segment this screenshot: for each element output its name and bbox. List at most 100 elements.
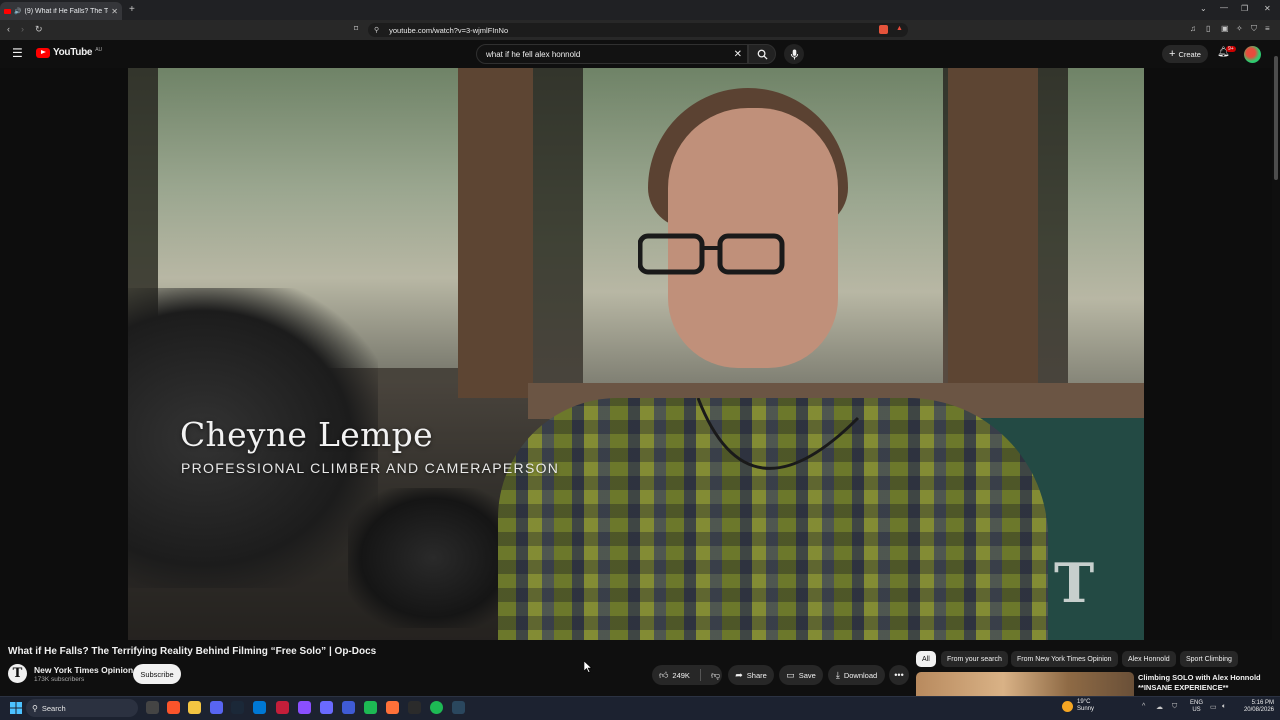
forward-icon[interactable]: › [21,24,24,34]
thumbs-up-icon: 👍︎ [659,669,669,680]
video-title: What if He Falls? The Terrifying Reality… [8,646,377,657]
window-right [1068,68,1144,398]
search-button[interactable] [748,44,776,64]
microphone-icon [790,49,798,59]
share-button[interactable]: ➦ Share [728,665,774,685]
hamburger-menu-icon[interactable]: ☰ [12,46,23,60]
tray-overflow-icon[interactable]: ^ [1142,703,1145,710]
task-view-icon[interactable] [146,701,159,714]
browser-menu-icon[interactable]: ≡ [1265,24,1270,33]
chip-alex-honnold[interactable]: Alex Honnold [1122,651,1176,667]
app-green-icon[interactable] [364,701,377,714]
back-icon[interactable]: ‹ [7,24,10,34]
chip-all[interactable]: All [916,651,936,667]
tab-search-icon[interactable]: ⌄ [1200,4,1207,13]
chip-from-nyt-opinion[interactable]: From New York Times Opinion [1011,651,1118,667]
tab-close-icon[interactable]: ✕ [111,7,118,16]
like-dislike-group: 👍︎ 249K 👎︎ [652,665,722,685]
glasses [638,233,785,275]
reload-icon[interactable]: ↻ [35,24,43,35]
subscribe-button[interactable]: Subscribe [133,664,181,684]
taskbar-clock[interactable]: 5:16 PM 20/08/2026 [1236,700,1274,714]
weather-widget[interactable]: 19°C Sunny [1062,699,1094,713]
extensions-icon[interactable]: ✧ [1236,24,1243,33]
channel-avatar[interactable]: T [8,664,27,683]
minimize-icon[interactable]: — [1220,3,1228,12]
discord-icon[interactable] [210,701,223,714]
brave-browser-icon[interactable] [167,701,180,714]
bookmark-icon[interactable]: ⌑ [354,24,358,33]
scrollbar-thumb[interactable] [1274,56,1278,180]
share-label: Share [746,670,767,680]
recommended-video-thumbnail[interactable] [916,672,1134,696]
sidebar-icon[interactable]: ▯ [1206,24,1210,33]
taskbar-search-label: Search [41,703,66,713]
brave-shields-icon[interactable] [879,25,888,34]
more-actions-button[interactable]: ••• [889,665,909,685]
keyboard-region: US [1192,707,1201,713]
create-button[interactable]: + Create [1162,45,1208,63]
new-tab-button[interactable]: + [129,4,135,15]
account-avatar[interactable] [1244,46,1261,63]
region-code: AU [95,47,103,53]
share-icon: ➦ [735,669,743,680]
create-label: Create [1178,49,1201,59]
taskbar-search[interactable]: ⚲ Search [26,699,138,717]
chip-from-your-search[interactable]: From your search [941,651,1008,667]
thumbs-down-icon: 👎︎ [710,669,721,680]
app-chrome-like-icon[interactable] [320,701,333,714]
dislike-button[interactable]: 👎︎ [711,670,720,681]
app-blue-icon[interactable] [342,701,355,714]
search-query: what if he fell alex honnold [486,49,581,59]
app-purple-icon[interactable] [298,701,311,714]
vscode-icon[interactable] [253,701,266,714]
camera-lenses [348,488,518,628]
brave-rewards-icon[interactable]: ▲ [896,25,903,32]
sun-icon [1062,700,1073,712]
audio-playing-icon[interactable]: 🔊 [14,8,21,15]
temperature: 19°C [1077,699,1091,705]
recommended-video-title[interactable]: Climbing SOLO with Alex Honnold **INSANE… [1138,673,1268,693]
chip-sport-climbing[interactable]: Sport Climbing [1180,651,1238,667]
clear-search-icon[interactable]: ✕ [734,49,742,60]
windows-start-icon[interactable] [10,702,22,714]
channel-name[interactable]: New York Times Opinion [34,665,133,675]
youtube-play-icon [36,47,50,58]
browser-tab[interactable]: 🔊 (9) What if He Falls? The Terri ✕ [0,2,122,20]
download-icon: ⤓ [835,669,840,680]
search-input[interactable]: what if he fell alex honnold ✕ [476,44,748,64]
tray-app-icon[interactable]: ☁ [1156,703,1163,711]
bookmark-save-icon: ▭ [786,669,795,680]
video-frame[interactable] [128,68,1144,640]
like-divider [699,669,701,681]
download-button[interactable]: ⤓ Download [828,665,885,685]
site-info-icon[interactable]: ⚲ [374,26,379,34]
save-button[interactable]: ▭ Save [779,665,823,685]
more-horizontal-icon: ••• [894,670,904,680]
volume-icon[interactable]: 🔈︎ [1222,703,1226,711]
maximize-icon[interactable]: ❐ [1241,4,1248,13]
file-explorer-icon[interactable] [188,701,201,714]
clock-time: 5:16 PM [1251,700,1274,706]
network-icon[interactable]: ▭ [1210,703,1217,711]
url-bar[interactable]: ⚲ youtube.com/watch?v=3-wjmlFInNo [368,23,908,37]
voice-search-button[interactable] [784,44,804,64]
tray-security-icon[interactable]: ⛉ [1172,703,1177,711]
lower-third-title: PROFESSIONAL CLIMBER AND CAMERAPERSON [181,460,560,476]
spotify-icon[interactable] [430,701,443,714]
steam-secondary-icon[interactable] [452,701,465,714]
language-indicator[interactable]: ENG US [1190,700,1203,714]
like-button[interactable]: 👍︎ 249K [659,670,690,681]
close-window-icon[interactable]: ✕ [1264,4,1271,13]
firefox-icon[interactable] [386,701,399,714]
media-icon[interactable]: ♫ [1190,24,1196,33]
clock-date: 20/08/2026 [1243,707,1274,713]
wallet-icon[interactable]: ▣ [1221,24,1229,33]
terminal-icon[interactable] [408,701,421,714]
like-count: 249K [672,670,690,680]
youtube-logo[interactable]: YouTube AU [36,47,102,58]
app-red-icon[interactable] [276,701,289,714]
nyt-watermark-logo: T [1054,551,1095,615]
steam-icon[interactable] [231,701,244,714]
vpn-icon[interactable]: ⛉ [1251,24,1257,34]
